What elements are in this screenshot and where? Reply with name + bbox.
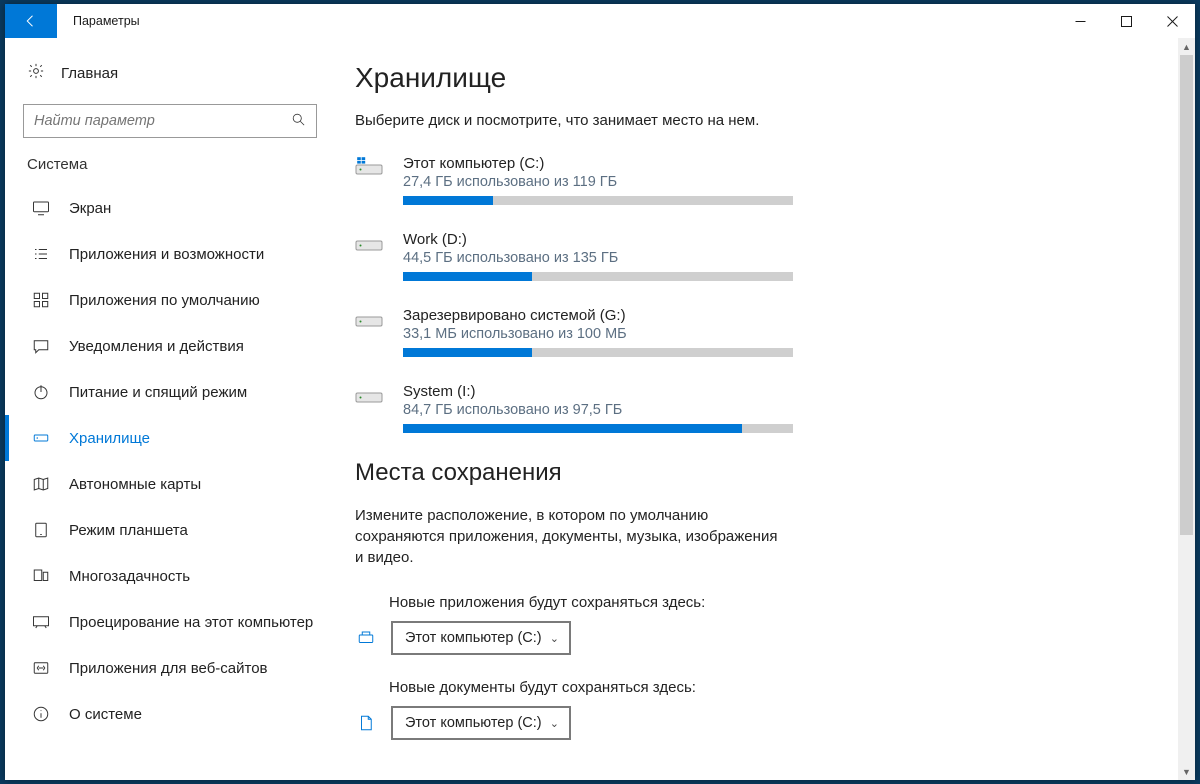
search-field[interactable] <box>34 113 291 129</box>
search-icon <box>291 112 306 131</box>
drive-icon <box>355 155 385 205</box>
drive-bar <box>403 196 793 205</box>
sidebar-item-label: Приложения по умолчанию <box>69 292 260 309</box>
sidebar-item-storage[interactable]: Хранилище <box>5 415 327 461</box>
window-body: Главная Система Экран Приложения и возмо… <box>5 38 1195 780</box>
sidebar-item-apps[interactable]: Приложения и возможности <box>5 231 327 277</box>
multitask-icon <box>31 567 51 585</box>
maximize-button[interactable] <box>1103 4 1149 38</box>
apps-icon <box>355 629 377 647</box>
drive-name: Зарезервировано системой (G:) <box>403 307 793 324</box>
page-title: Хранилище <box>355 62 1175 94</box>
sidebar-home-label: Главная <box>61 65 118 82</box>
drive-bar <box>403 348 793 357</box>
sidebar-section-label: Система <box>5 156 327 179</box>
drive-usage: 27,4 ГБ использовано из 119 ГБ <box>403 174 793 190</box>
sidebar-item-label: Экран <box>69 200 111 217</box>
sidebar-item-label: Многозадачность <box>69 568 190 585</box>
titlebar: Параметры <box>5 4 1195 38</box>
drive-name: System (I:) <box>403 383 793 400</box>
save-dropdown-apps[interactable]: Этот компьютер (C:) ⌄ <box>391 621 571 655</box>
minimize-button[interactable] <box>1057 4 1103 38</box>
power-icon <box>31 383 51 401</box>
sidebar-item-about[interactable]: О системе <box>5 691 327 737</box>
chevron-down-icon: ⌄ <box>550 632 559 645</box>
sidebar-item-notifications[interactable]: Уведомления и действия <box>5 323 327 369</box>
sidebar-item-label: Приложения и возможности <box>69 246 264 263</box>
save-label: Новые приложения будут сохраняться здесь… <box>389 594 1175 611</box>
message-icon <box>31 337 51 355</box>
sidebar-item-label: Приложения для веб-сайтов <box>69 660 268 677</box>
scroll-thumb[interactable] <box>1180 55 1193 535</box>
sidebar-item-label: Проецирование на этот компьютер <box>69 614 313 631</box>
link-icon <box>31 659 51 677</box>
scroll-up-button[interactable]: ▲ <box>1178 38 1195 55</box>
sidebar-item-label: Автономные карты <box>69 476 201 493</box>
dropdown-value: Этот компьютер (C:) <box>405 715 542 731</box>
sidebar-item-label: Хранилище <box>69 430 150 447</box>
sidebar-item-projecting[interactable]: Проецирование на этот компьютер <box>5 599 327 645</box>
project-icon <box>31 613 51 631</box>
defaults-icon <box>31 291 51 309</box>
search-input[interactable] <box>23 104 317 138</box>
tablet-icon <box>31 521 51 539</box>
save-row-apps: Новые приложения будут сохраняться здесь… <box>355 594 1175 655</box>
sidebar-home[interactable]: Главная <box>5 54 327 92</box>
drive-usage: 33,1 МБ использовано из 100 МБ <box>403 326 793 342</box>
sidebar-item-label: Питание и спящий режим <box>69 384 247 401</box>
chevron-down-icon: ⌄ <box>550 717 559 730</box>
save-label: Новые документы будут сохраняться здесь: <box>389 679 1175 696</box>
document-icon <box>355 714 377 732</box>
save-dropdown-documents[interactable]: Этот компьютер (C:) ⌄ <box>391 706 571 740</box>
save-locations-title: Места сохранения <box>355 459 1175 487</box>
drives-list: Этот компьютер (C:) 27,4 ГБ использовано … <box>355 155 1175 433</box>
sidebar: Главная Система Экран Приложения и возмо… <box>5 38 327 780</box>
save-row-documents: Новые документы будут сохраняться здесь:… <box>355 679 1175 740</box>
drive-bar <box>403 424 793 433</box>
sidebar-item-default-apps[interactable]: Приложения по умолчанию <box>5 277 327 323</box>
info-icon <box>31 705 51 723</box>
scroll-down-button[interactable]: ▼ <box>1178 763 1195 780</box>
window-controls <box>1057 4 1195 38</box>
save-locations-desc: Измените расположение, в котором по умол… <box>355 505 785 568</box>
sidebar-item-maps[interactable]: Автономные карты <box>5 461 327 507</box>
storage-icon <box>31 429 51 447</box>
drive-name: Этот компьютер (C:) <box>403 155 793 172</box>
sidebar-item-multitasking[interactable]: Многозадачность <box>5 553 327 599</box>
monitor-icon <box>31 199 51 217</box>
sidebar-item-display[interactable]: Экран <box>5 185 327 231</box>
drive-usage: 84,7 ГБ использовано из 97,5 ГБ <box>403 402 793 418</box>
drive-bar <box>403 272 793 281</box>
back-button[interactable] <box>5 4 57 38</box>
drive-item[interactable]: Зарезервировано системой (G:) 33,1 МБ исп… <box>355 307 1175 357</box>
drive-icon <box>355 307 385 357</box>
drive-usage: 44,5 ГБ использовано из 135 ГБ <box>403 250 793 266</box>
drive-item[interactable]: Work (D:) 44,5 ГБ использовано из 135 ГБ <box>355 231 1175 281</box>
gear-icon <box>27 62 45 84</box>
dropdown-value: Этот компьютер (C:) <box>405 630 542 646</box>
sidebar-item-label: О системе <box>69 706 142 723</box>
sidebar-item-label: Режим планшета <box>69 522 188 539</box>
drive-item[interactable]: System (I:) 84,7 ГБ использовано из 97,5 … <box>355 383 1175 433</box>
map-icon <box>31 475 51 493</box>
list-icon <box>31 245 51 263</box>
window-title: Параметры <box>57 4 1057 38</box>
sidebar-item-tablet[interactable]: Режим планшета <box>5 507 327 553</box>
page-subtitle: Выберите диск и посмотрите, что занимает… <box>355 112 1175 129</box>
drive-item[interactable]: Этот компьютер (C:) 27,4 ГБ использовано … <box>355 155 1175 205</box>
sidebar-item-label: Уведомления и действия <box>69 338 244 355</box>
close-button[interactable] <box>1149 4 1195 38</box>
main-content: Хранилище Выберите диск и посмотрите, чт… <box>327 38 1195 780</box>
drive-icon <box>355 383 385 433</box>
drive-name: Work (D:) <box>403 231 793 248</box>
settings-window: Параметры Главная Система <box>5 4 1195 780</box>
drive-icon <box>355 231 385 281</box>
sidebar-item-power[interactable]: Питание и спящий режим <box>5 369 327 415</box>
scrollbar[interactable]: ▲ ▼ <box>1178 38 1195 780</box>
sidebar-item-web-apps[interactable]: Приложения для веб-сайтов <box>5 645 327 691</box>
